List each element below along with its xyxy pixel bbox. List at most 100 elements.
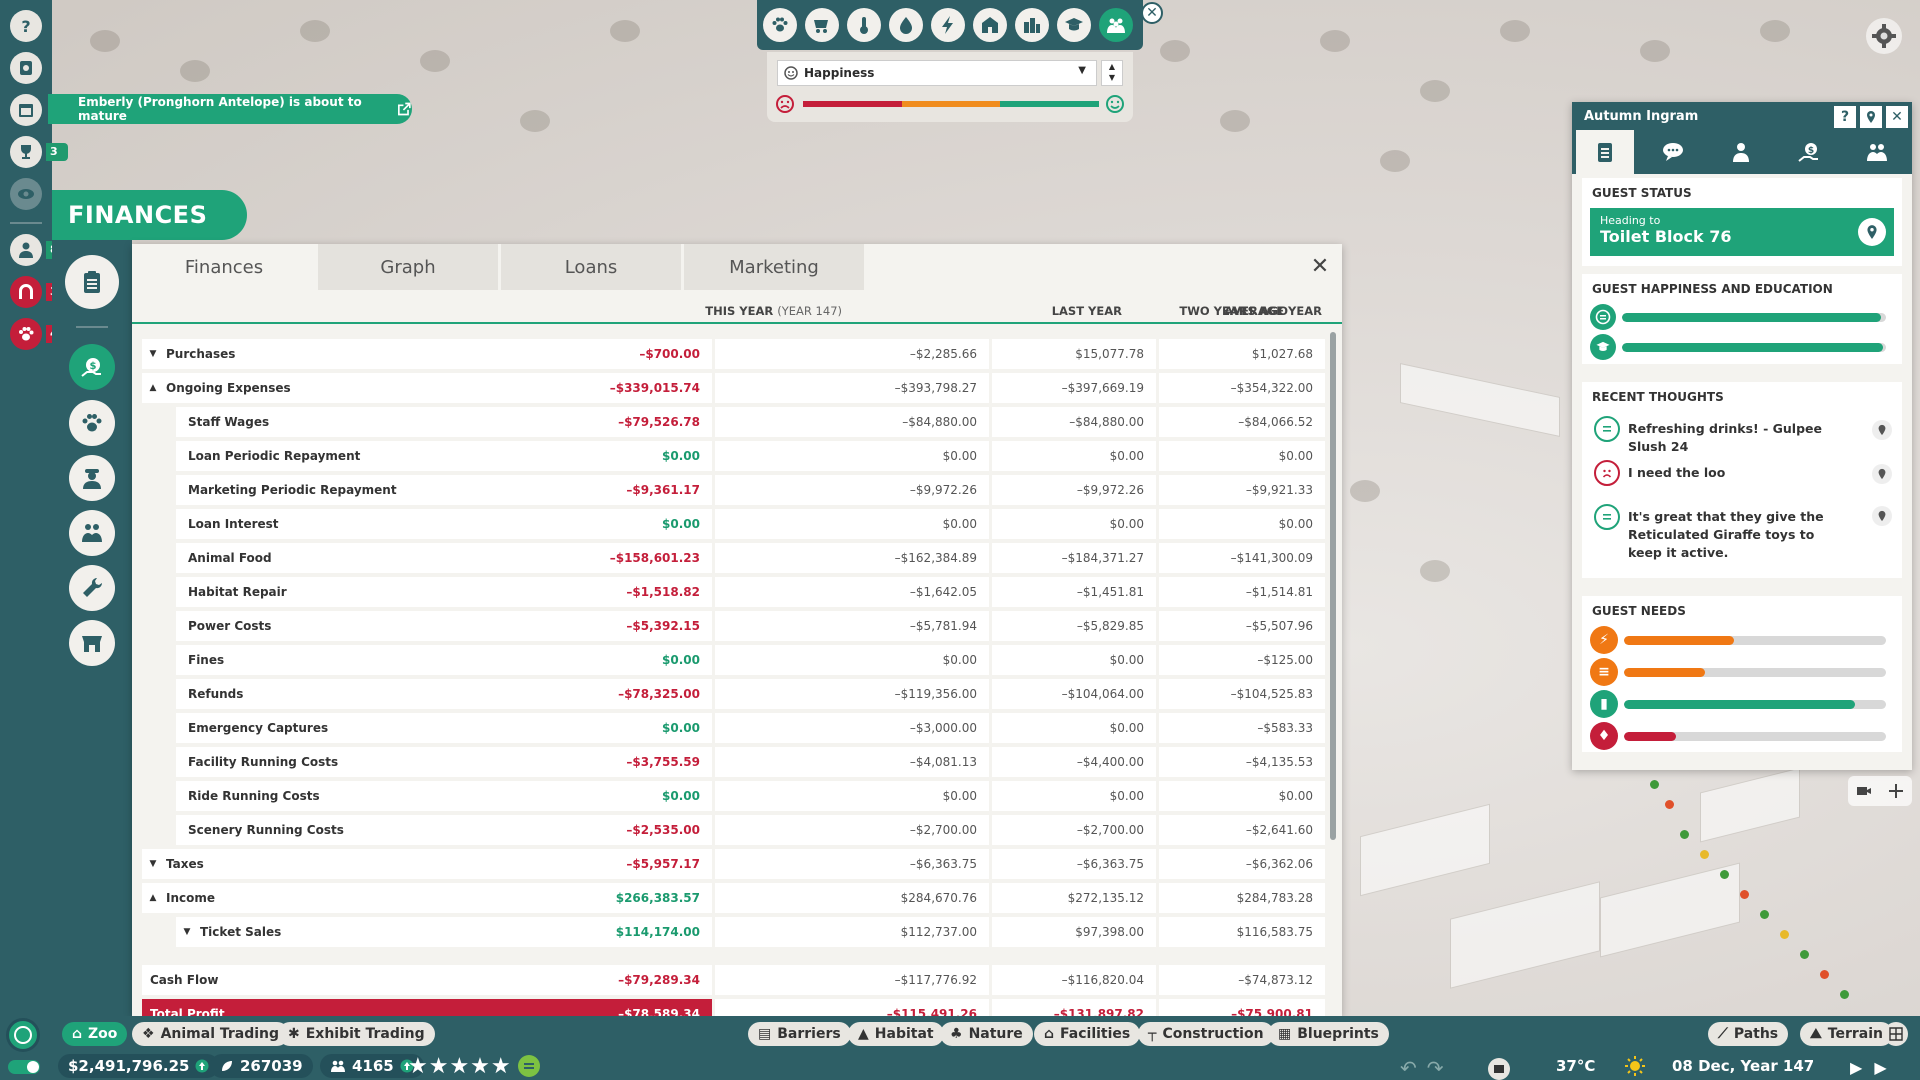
habitat-button[interactable]: ▲ Habitat: [848, 1022, 944, 1046]
finances-category-button[interactable]: $: [69, 344, 115, 390]
this-year-value: –$3,755.59: [626, 755, 700, 769]
paths-button[interactable]: ⟋ Paths: [1708, 1022, 1789, 1046]
destination-locate-button[interactable]: [1858, 218, 1886, 246]
construction-button[interactable]: ┬ Construction: [1138, 1022, 1274, 1046]
blueprints-button[interactable]: ▦ Blueprints: [1268, 1022, 1389, 1046]
table-row[interactable]: ▼ Ticket Sales $114,174.00 $112,737.00 $97,3…: [142, 917, 1328, 947]
row-label-cell: ▲ Income $266,383.57: [142, 883, 712, 913]
guest-locate-button[interactable]: [1860, 106, 1882, 128]
shops-category-button[interactable]: [69, 620, 115, 666]
close-icon[interactable]: ✕: [1308, 254, 1332, 279]
tree-icon: ♣: [950, 1026, 963, 1042]
conservation-pill: 267039: [210, 1054, 313, 1078]
heading-to-card[interactable]: Heading to Toilet Block 76: [1590, 208, 1894, 256]
tab-graph[interactable]: Graph: [318, 244, 498, 290]
move-icon[interactable]: [1888, 783, 1904, 799]
recent-thoughts-section: RECENT THOUGHTS Refreshing drinks! - Gul…: [1582, 382, 1902, 578]
row-label-cell: Refunds –$78,325.00: [176, 679, 712, 709]
expand-arrow-icon[interactable]: ▼: [144, 349, 162, 359]
external-link-icon[interactable]: [397, 101, 412, 117]
smiley-icon: [784, 66, 798, 80]
maintenance-category-button[interactable]: [69, 565, 115, 611]
average-year-value: –$1,514.81: [1159, 577, 1325, 607]
guest-close-button[interactable]: ✕: [1886, 106, 1908, 128]
guests-heatmap-button[interactable]: [1099, 8, 1133, 42]
thought-locate-button[interactable]: [1872, 506, 1892, 526]
heatmap-select[interactable]: Happiness ▼: [777, 60, 1097, 86]
water-heatmap-button[interactable]: [889, 8, 923, 42]
arch-alert-button[interactable]: [10, 276, 42, 308]
average-year-value: –$6,362.06: [1159, 849, 1325, 879]
animal-alert-button[interactable]: [10, 318, 42, 350]
visibility-button[interactable]: [10, 178, 42, 210]
table-row[interactable]: ▲ Ongoing Expenses –$339,015.74 –$393,798.2…: [142, 373, 1328, 403]
cart-icon: [814, 20, 828, 33]
calendar-button[interactable]: [10, 94, 42, 126]
camera-icon[interactable]: [1856, 783, 1872, 799]
maturity-notification[interactable]: Emberly (Pronghorn Antelope) is about to…: [48, 94, 412, 124]
heatmap-stepper[interactable]: ▲ ▼: [1101, 60, 1123, 86]
guest-tab-thoughts[interactable]: [1644, 130, 1702, 174]
row-label-cell: Facility Running Costs –$3,755.59: [176, 747, 712, 777]
thought-locate-button[interactable]: [1872, 420, 1892, 440]
thought-locate-button[interactable]: [1872, 464, 1892, 484]
table-row[interactable]: ▼ Purchases –$700.00 –$2,285.66 $15,077.78 $1…: [142, 339, 1328, 369]
tab-loans[interactable]: Loans: [501, 244, 681, 290]
guest-tab-profile[interactable]: [1712, 130, 1770, 174]
nature-button[interactable]: ♣ Nature: [940, 1022, 1033, 1046]
tab-finances[interactable]: Finances: [132, 244, 316, 290]
zoo-logo-button[interactable]: [6, 1018, 40, 1052]
fast-forward-icon[interactable]: ▶: [1874, 1058, 1886, 1077]
heatmap-close-icon[interactable]: ✕: [1141, 2, 1163, 24]
collapse-arrow-icon[interactable]: ▲: [144, 383, 162, 393]
guest-tab-group[interactable]: [1848, 130, 1906, 174]
overview-button[interactable]: [65, 255, 119, 309]
expand-arrow-icon[interactable]: ▼: [178, 927, 196, 937]
two-years-ago-value: –$6,363.75: [992, 849, 1156, 879]
redo-icon[interactable]: ↷: [1427, 1056, 1444, 1080]
undo-redo: ↶ ↷: [1400, 1056, 1444, 1080]
barriers-button[interactable]: ▤ Barriers: [748, 1022, 851, 1046]
animals-category-button[interactable]: [69, 400, 115, 446]
settings-button[interactable]: [1866, 18, 1902, 54]
zoo-button[interactable]: ⌂ Zoo: [62, 1022, 128, 1046]
play-icon[interactable]: ▶: [1850, 1058, 1862, 1077]
help-button[interactable]: ?: [10, 10, 42, 42]
staff-heatmap-button[interactable]: [805, 8, 839, 42]
grid-toggle-button[interactable]: [1884, 1022, 1908, 1046]
zoopedia-button[interactable]: [10, 52, 42, 84]
terrain-button[interactable]: ⛰ Terrain: [1800, 1022, 1893, 1046]
building-icon: ⌂: [1044, 1026, 1055, 1042]
guest-tab-overview[interactable]: [1576, 130, 1634, 174]
guest-help-button[interactable]: ?: [1834, 106, 1856, 128]
undo-icon[interactable]: ↶: [1400, 1056, 1417, 1080]
toggle-switch[interactable]: [8, 1060, 40, 1074]
animal-heatmap-button[interactable]: [763, 8, 797, 42]
temperature-heatmap-button[interactable]: [847, 8, 881, 42]
staff-alert-button[interactable]: [10, 234, 42, 266]
table-row[interactable]: ▼ Taxes –$5,957.17 –$6,363.75 –$6,363.75 –$6,…: [142, 849, 1328, 879]
guests-category-button[interactable]: [69, 510, 115, 556]
row-label-cell: ▲ Ongoing Expenses –$339,015.74: [142, 373, 712, 403]
coverage-heatmap-button[interactable]: [1015, 8, 1049, 42]
staff-category-button[interactable]: [69, 455, 115, 501]
tab-marketing[interactable]: Marketing: [684, 244, 864, 290]
facility-heatmap-button[interactable]: [973, 8, 1007, 42]
table-scrollbar[interactable]: [1330, 332, 1336, 840]
expand-arrow-icon[interactable]: ▼: [144, 859, 162, 869]
clipboard-icon: [84, 271, 100, 293]
camera-mode-button[interactable]: [1488, 1058, 1510, 1080]
table-row: Scenery Running Costs –$2,535.00 –$2,700.0…: [142, 815, 1328, 845]
collapse-arrow-icon[interactable]: ▲: [144, 893, 162, 903]
table-row: Marketing Periodic Repayment –$9,361.17 –$…: [142, 475, 1328, 505]
happiness-fill: [1622, 312, 1881, 322]
happiness-meter: [1590, 304, 1886, 330]
power-heatmap-button[interactable]: [931, 8, 965, 42]
exhibit-trading-button[interactable]: ✱ Exhibit Trading: [278, 1022, 435, 1046]
table-row[interactable]: ▲ Income $266,383.57 $284,670.76 $272,135.12…: [142, 883, 1328, 913]
guest-tab-finances[interactable]: $: [1780, 130, 1838, 174]
facilities-button[interactable]: ⌂ Facilities: [1034, 1022, 1141, 1046]
challenges-button[interactable]: [10, 136, 42, 168]
animal-trading-button[interactable]: ❖ Animal Trading: [132, 1022, 290, 1046]
education-heatmap-button[interactable]: [1057, 8, 1091, 42]
